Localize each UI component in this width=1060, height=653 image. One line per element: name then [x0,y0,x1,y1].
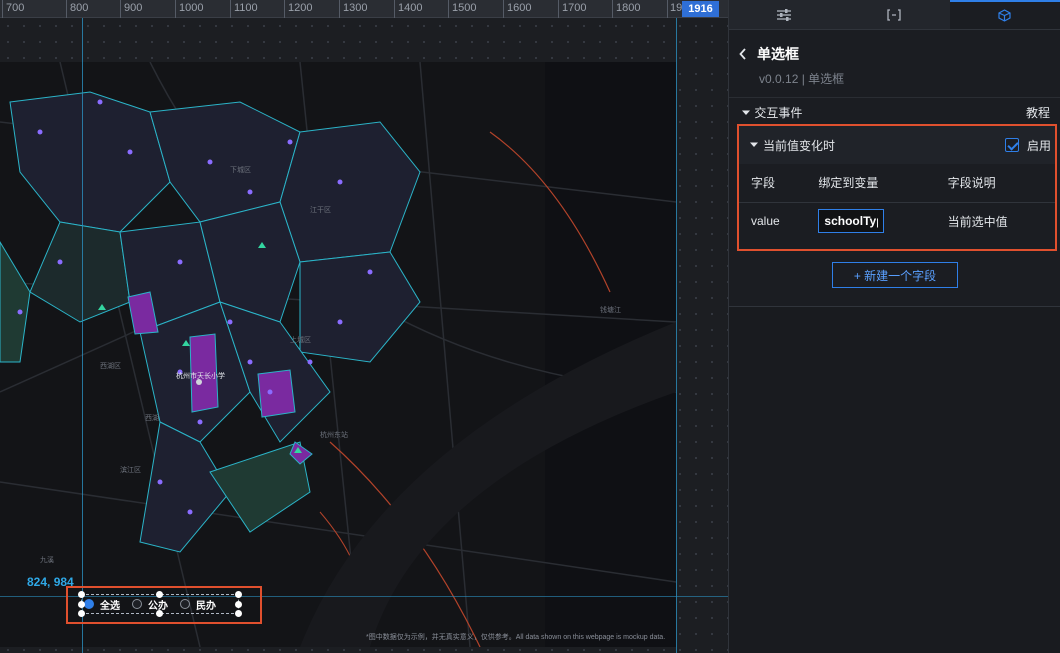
radio-selected-icon [84,599,94,609]
event-header[interactable]: 当前值变化时 启用 [739,126,1055,164]
ruler-tick: 1200 [288,2,313,14]
tab-data[interactable] [839,0,950,29]
panel-tabs [729,0,1060,30]
ruler-tick: 1400 [398,2,423,14]
radio-option[interactable]: 民办 [180,597,216,612]
column-header: 绑定到变量 [806,164,936,203]
radio-option[interactable]: 公办 [132,597,168,612]
resize-handle[interactable] [235,591,242,598]
cube-icon [998,9,1011,22]
resize-handle[interactable] [78,610,85,617]
horizontal-ruler: 700 800 900 1000 1100 1200 1300 1400 150… [0,0,728,18]
tab-config[interactable] [729,0,840,29]
field-description: 当前选中值 [947,214,1008,229]
radio-option[interactable]: 全选 [84,597,120,612]
map-place-label: 钱塘江 [600,305,621,314]
component-version: v0.0.12 | 单选框 [759,72,845,86]
ruler-tick: 19 [670,2,683,14]
field-table: 字段 绑定到变量 字段说明 value 当前选中值 [739,164,1055,240]
panel-empty-area [729,307,1060,653]
column-header: 字段说明 [935,164,1055,203]
resize-handle[interactable] [78,601,85,608]
table-row: value 当前选中值 [739,202,1055,240]
map-place-label: 西湖区 [100,361,121,370]
section-title: 交互事件 [741,104,802,121]
map-place-label: 上城区 [290,335,311,344]
ruler-tick: 1300 [343,2,368,14]
city-map: 杭州市天长小学 西湖 西湖区 江干区 下城区 上城区 杭州东站 钱塘江 九溪 滨… [0,62,676,647]
column-header: 字段 [739,164,807,203]
map-center-label: 杭州市天长小学 [176,371,225,380]
ruler-tick: 1500 [452,2,477,14]
ruler-tick: 1700 [562,2,587,14]
enable-label: 启用 [1026,138,1051,153]
ruler-tick: 900 [124,2,143,14]
event-name: 当前值变化时 [763,138,836,153]
resize-handle[interactable] [156,591,163,598]
event-card: 当前值变化时 启用 字段 绑定到变量 字段说明 value 当前选中值 [737,124,1057,251]
resize-handle[interactable] [235,601,242,608]
map-place-label: 杭州东站 [320,430,348,439]
canvas-area[interactable]: 700 800 900 1000 1100 1200 1300 1400 150… [0,0,728,653]
tab-interaction[interactable] [949,0,1060,29]
variable-cell [806,202,935,240]
sliders-icon [777,8,792,21]
table-header-row: 字段 绑定到变量 字段说明 [739,164,1055,203]
checkbox-checked-icon[interactable] [1004,138,1019,152]
chevron-left-icon[interactable] [739,48,747,60]
radio-unselected-icon [180,599,190,609]
component-header: 单选框 v0.0.12 | 单选框 [729,30,1060,93]
ruler-tick: 1100 [234,2,258,14]
radio-option-label: 全选 [100,600,120,612]
interaction-section-header[interactable]: 交互事件 教程 [729,97,1060,127]
map-place-label: 江干区 [310,206,331,214]
ruler-position-badge: 1916 [682,1,719,17]
ruler-tick: 1000 [179,2,204,14]
resize-handle[interactable] [156,610,163,617]
ruler-tick: 1600 [507,2,532,14]
config-panel: 单选框 v0.0.12 | 单选框 交互事件 教程 当前值变化时 启用 字段 绑… [728,0,1060,653]
guide-line-vertical[interactable] [82,18,83,653]
variable-input[interactable] [818,209,885,234]
map-place-label: 滨江区 [120,465,141,474]
guide-line-vertical[interactable] [676,18,677,653]
section-title-label: 交互事件 [754,106,803,120]
bracket-icon [887,8,902,21]
field-name: value [751,214,780,229]
add-field-button[interactable]: + 新建一个字段 [832,262,958,288]
radio-option-label: 民办 [196,600,216,612]
resize-handle[interactable] [78,591,85,598]
chevron-down-icon [742,110,750,115]
tutorial-link[interactable]: 教程 [1026,104,1050,121]
radio-unselected-icon [132,599,142,609]
ruler-tick: 700 [6,2,25,14]
map-place-label: 西湖 [145,413,159,422]
enable-toggle[interactable]: 启用 [1004,137,1051,154]
map-place-label: 九溪 [40,555,54,564]
map-place-label: 下城区 [230,166,251,174]
map-disclaimer: *图中数据仅为示例，并无真实意义，仅供参考。All data shown on … [366,634,666,641]
resize-handle[interactable] [235,610,242,617]
chevron-down-icon [750,142,758,147]
ruler-tick: 800 [70,2,89,14]
component-name: 单选框 [757,46,799,62]
ruler-tick: 1800 [616,2,641,14]
